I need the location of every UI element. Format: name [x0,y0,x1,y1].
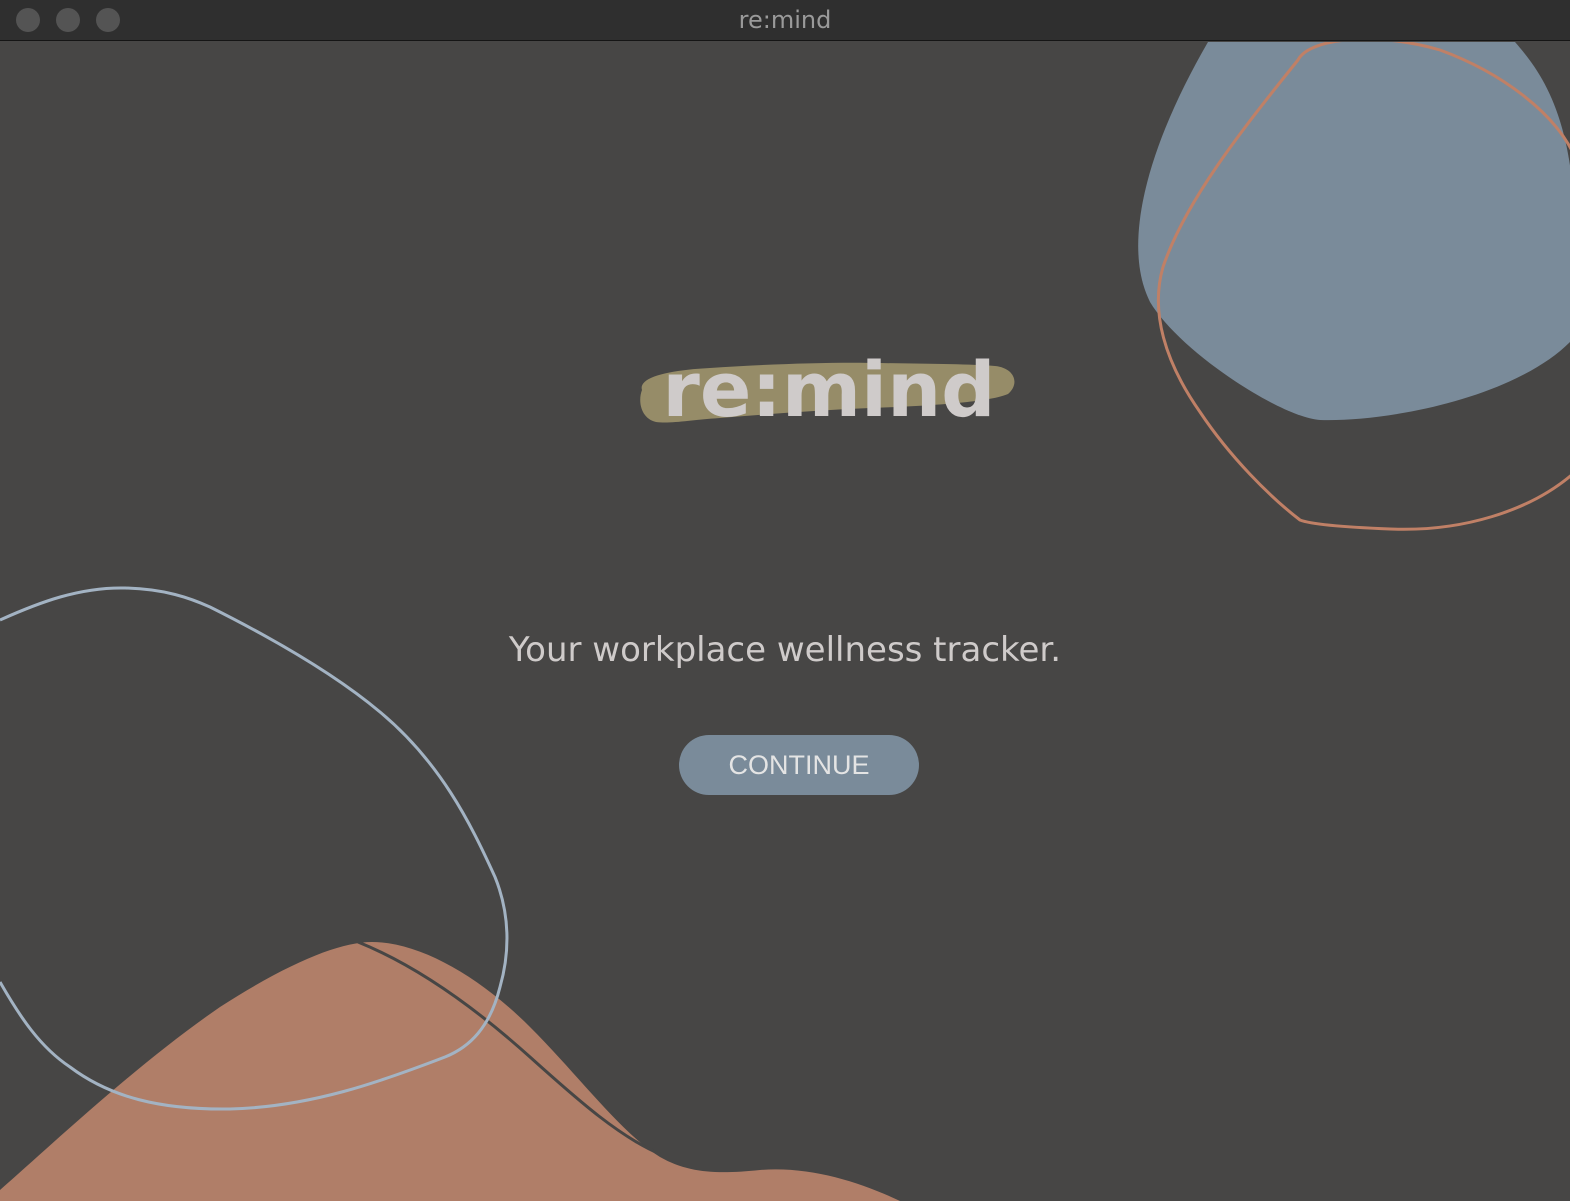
blue-blob-shape [1138,42,1570,421]
continue-button[interactable]: CONTINUE [679,735,919,795]
terracotta-hill-shape [0,942,900,1201]
decorative-background [0,42,1570,1201]
title-bar[interactable]: re:mind [0,0,1570,41]
welcome-screen: re:mind Your workplace wellness tracker.… [0,42,1570,1201]
window-title: re:mind [738,6,832,34]
app-logo: re:mind [630,342,1020,434]
logo-text: re:mind [662,345,996,434]
app-window: re:mind re:mind Your workplace wellness … [0,0,1570,1201]
tagline: Your workplace wellness tracker. [508,630,1062,670]
